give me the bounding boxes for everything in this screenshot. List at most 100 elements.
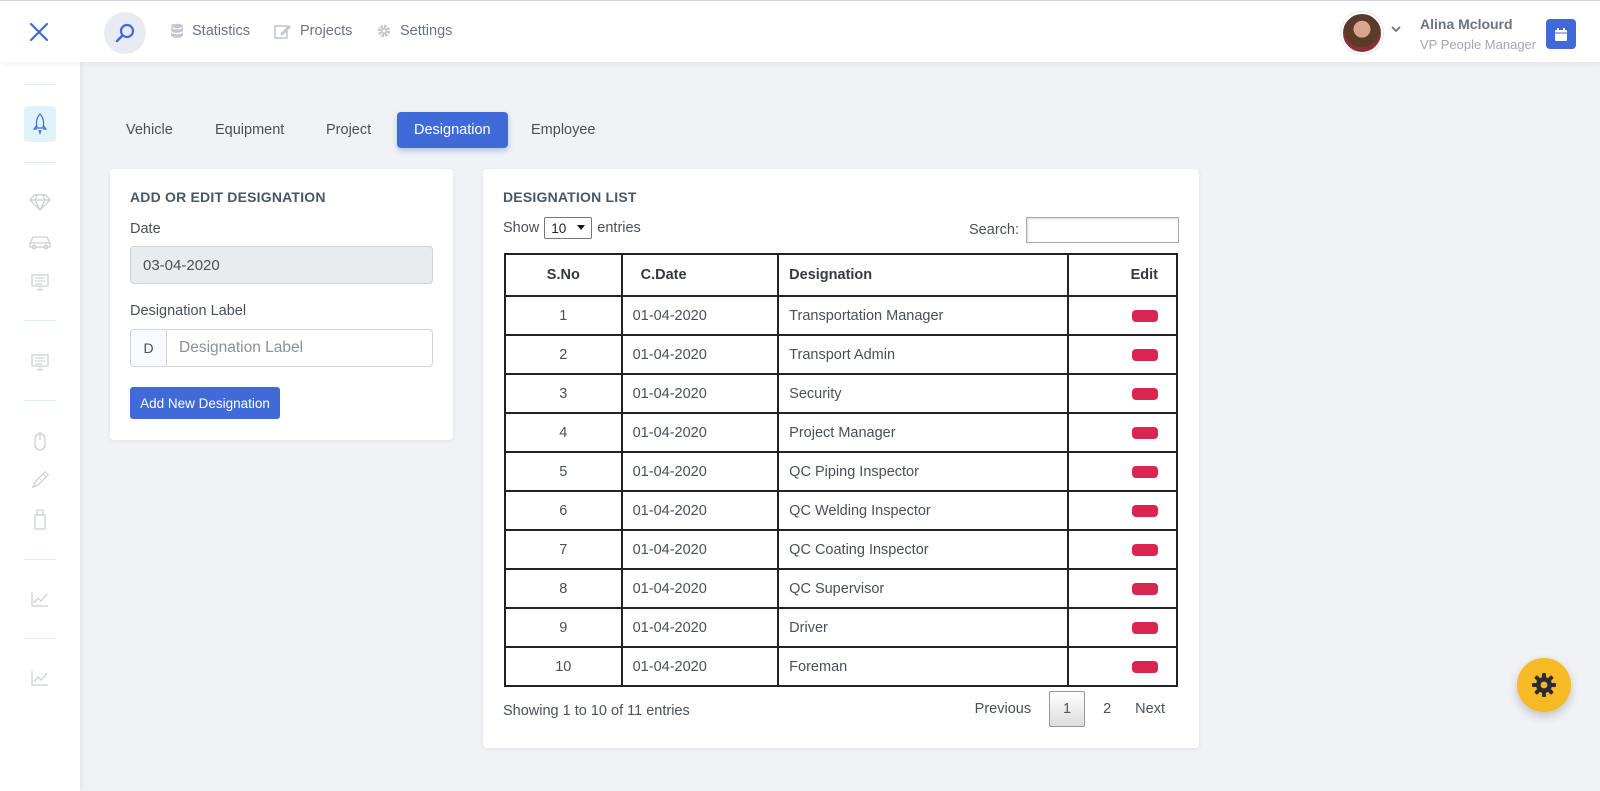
monitor-icon[interactable] (28, 350, 52, 374)
cell-sno: 1 (504, 295, 623, 336)
cell-designation: QC Welding Inspector (777, 490, 1070, 531)
table-info: Showing 1 to 10 of 11 entries (503, 703, 690, 719)
calendar-button[interactable] (1546, 19, 1576, 49)
edit-button[interactable] (1132, 465, 1158, 478)
sidebar-divider (24, 320, 56, 321)
nav-settings-label: Settings (400, 23, 453, 39)
date-value: 03-04-2020 (143, 256, 220, 274)
cell-sno: 2 (504, 334, 623, 375)
table-row: 1 01-04-2020 Transportation Manager (504, 295, 1178, 336)
cell-date: 01-04-2020 (620, 295, 780, 336)
cell-designation: Security (777, 373, 1070, 414)
calendar-icon (1555, 27, 1567, 41)
cell-edit (1067, 373, 1178, 414)
designation-input-group: D Designation Label (130, 329, 433, 367)
edit-button[interactable] (1132, 426, 1158, 439)
column-header-date[interactable]: C.Date (620, 253, 780, 297)
nav-projects-label: Projects (300, 23, 353, 39)
sidebar-divider (24, 559, 56, 560)
car-icon[interactable] (28, 230, 52, 254)
cell-designation: QC Piping Inspector (777, 451, 1070, 492)
table-row: 4 01-04-2020 Project Manager (504, 412, 1178, 453)
rocket-icon[interactable] (28, 112, 52, 136)
settings-fab[interactable] (1517, 658, 1571, 712)
tab-designation[interactable]: Designation (397, 112, 508, 148)
table-header-row: S.No C.Date Designation Edit (504, 253, 1178, 297)
usb-icon[interactable] (28, 508, 52, 532)
user-name: Alina Mclourd (1420, 16, 1513, 32)
search-button[interactable] (104, 12, 146, 54)
tab-employee[interactable]: Employee (514, 112, 612, 148)
nav-settings[interactable]: Settings (376, 23, 452, 39)
add-designation-button[interactable]: Add New Designation (130, 387, 280, 419)
edit-button[interactable] (1132, 621, 1158, 634)
date-label: Date (130, 221, 161, 237)
tab-project[interactable]: Project (309, 112, 388, 148)
cell-date: 01-04-2020 (620, 490, 780, 531)
cell-date: 01-04-2020 (620, 373, 780, 414)
date-field[interactable]: 03-04-2020 (130, 246, 433, 284)
edit-icon (274, 25, 291, 39)
pagination-next[interactable]: Next (1123, 691, 1177, 727)
pagination-previous[interactable]: Previous (963, 691, 1043, 727)
edit-button[interactable] (1132, 582, 1158, 595)
monitor-icon[interactable] (28, 270, 52, 294)
tab-vehicle[interactable]: Vehicle (109, 112, 190, 148)
page-size-select[interactable]: 10 (544, 217, 593, 239)
edit-button[interactable] (1132, 387, 1158, 400)
edit-button[interactable] (1132, 309, 1158, 322)
pen-icon[interactable] (28, 468, 52, 492)
edit-button[interactable] (1132, 660, 1158, 673)
cell-sno: 10 (504, 646, 623, 687)
diamond-icon[interactable] (28, 190, 52, 214)
pagination-page-2[interactable]: 2 (1091, 691, 1123, 727)
cell-sno: 9 (504, 607, 623, 648)
page-length-control: Show 10 entries (503, 217, 641, 239)
user-role: VP People Manager (1420, 37, 1537, 52)
cell-edit (1067, 646, 1178, 687)
nav-statistics[interactable]: Statistics (170, 23, 250, 39)
table-row: 2 01-04-2020 Transport Admin (504, 334, 1178, 375)
mouse-icon[interactable] (28, 430, 52, 454)
edit-button[interactable] (1132, 543, 1158, 556)
pagination-page-1[interactable]: 1 (1049, 691, 1086, 727)
designation-form-card: ADD OR EDIT DESIGNATION Date 03-04-2020 … (110, 169, 453, 440)
avatar[interactable] (1341, 12, 1383, 54)
column-header-sno[interactable]: S.No (504, 253, 623, 297)
tab-equipment[interactable]: Equipment (198, 112, 301, 148)
caret-down-icon (577, 225, 586, 230)
chart-icon[interactable] (28, 666, 52, 690)
pagination: Previous 1 2 Next (963, 691, 1177, 727)
designation-addon: D (131, 330, 167, 366)
column-header-edit[interactable]: Edit (1067, 253, 1178, 297)
table-row: 9 01-04-2020 Driver (504, 607, 1178, 648)
cell-edit (1067, 490, 1178, 531)
table-row: 7 01-04-2020 QC Coating Inspector (504, 529, 1178, 570)
cell-sno: 6 (504, 490, 623, 531)
designation-table: S.No C.Date Designation Edit 1 01-04-202… (504, 253, 1178, 687)
search-icon (115, 23, 135, 43)
designation-list-card: DESIGNATION LIST Show 10 entries Search:… (483, 169, 1199, 748)
cell-date: 01-04-2020 (620, 646, 780, 687)
edit-button[interactable] (1132, 348, 1158, 361)
gear-icon (377, 24, 391, 38)
list-title: DESIGNATION LIST (503, 189, 637, 205)
edit-button[interactable] (1132, 504, 1158, 517)
entries-label: entries (597, 220, 641, 236)
table-search: Search: (969, 217, 1179, 243)
cell-date: 01-04-2020 (620, 412, 780, 453)
gear-icon (1532, 673, 1556, 697)
designation-input[interactable]: Designation Label (167, 330, 432, 366)
chevron-down-icon[interactable] (1391, 25, 1401, 33)
table-row: 3 01-04-2020 Security (504, 373, 1178, 414)
chart-icon[interactable] (28, 587, 52, 611)
column-header-designation[interactable]: Designation (777, 253, 1070, 297)
close-icon[interactable] (26, 19, 52, 45)
cell-edit (1067, 529, 1178, 570)
search-input[interactable] (1026, 217, 1179, 243)
nav-projects[interactable]: Projects (274, 23, 352, 39)
designation-label: Designation Label (130, 303, 247, 319)
sidebar-divider (24, 84, 56, 85)
table-row: 8 01-04-2020 QC Supervisor (504, 568, 1178, 609)
cell-designation: Transport Admin (777, 334, 1070, 375)
